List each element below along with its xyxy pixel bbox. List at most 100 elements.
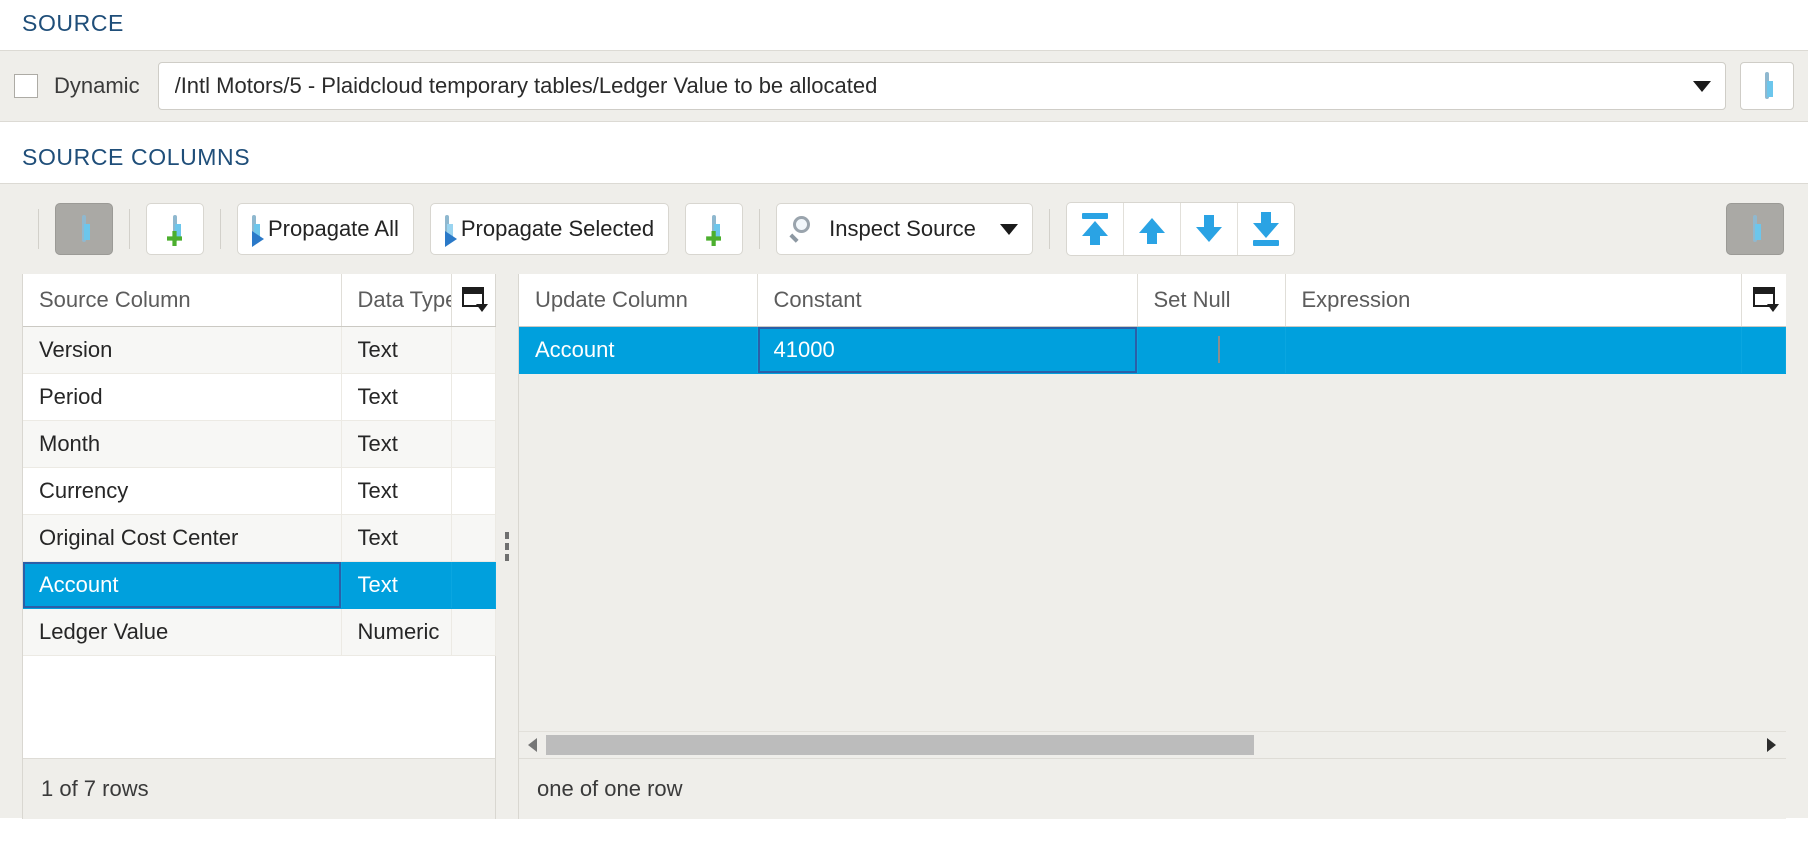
add-source-column-button[interactable] [146, 203, 204, 255]
inspect-source-label: Inspect Source [829, 216, 976, 241]
dynamic-label: Dynamic [54, 73, 140, 98]
column-chooser-button[interactable] [1741, 274, 1786, 327]
cell-pad [451, 561, 496, 609]
table-icon [82, 215, 86, 242]
header-update-column[interactable]: Update Column [519, 274, 758, 327]
update-columns-status: one of one row [519, 758, 1786, 819]
source-panel: Dynamic /Intl Motors/5 - Plaidcloud temp… [0, 50, 1808, 122]
source-columns-section-heading: SOURCE COLUMNS [22, 144, 251, 170]
cell-pad [451, 608, 496, 656]
chevron-right-icon[interactable] [1767, 738, 1776, 752]
cell-update-column[interactable]: Account [519, 326, 758, 374]
propagate-selected-button[interactable]: Propagate Selected [429, 203, 670, 255]
update-columns-grid: Update Column Constant Set Null Expressi… [518, 274, 1786, 819]
update-columns-empty-area [519, 374, 1786, 731]
header-constant[interactable]: Constant [757, 274, 1138, 327]
cell-source-column[interactable]: Month [23, 420, 342, 468]
table-row[interactable]: Currency Text [23, 467, 496, 515]
table-header-row: Source Column Data Type [23, 274, 495, 327]
table-header-row: Update Column Constant Set Null Expressi… [519, 274, 1786, 327]
source-browse-button[interactable] [1740, 62, 1794, 110]
header-source-column[interactable]: Source Column [23, 274, 342, 327]
table-row[interactable]: Period Text [23, 373, 496, 421]
cell-pad [451, 326, 496, 374]
arrow-down-icon [1194, 212, 1224, 246]
cell-data-type[interactable]: Text [341, 561, 452, 609]
arrow-to-top-icon [1080, 212, 1110, 246]
cell-data-type[interactable]: Text [341, 467, 452, 515]
cell-data-type[interactable]: Text [341, 420, 452, 468]
table-row-selected[interactable]: Account Text [23, 561, 496, 609]
table-icon [1765, 72, 1769, 99]
header-expression[interactable]: Expression [1285, 274, 1742, 327]
horizontal-scrollbar[interactable] [519, 731, 1786, 758]
source-columns-body: Version Text Period Text Month Text Curr… [23, 326, 496, 656]
cell-source-column[interactable]: Currency [23, 467, 342, 515]
toolbar-separator [1048, 209, 1050, 249]
add-update-row-button[interactable] [685, 203, 744, 255]
cell-set-null[interactable] [1137, 326, 1286, 374]
table-add-icon [706, 215, 722, 246]
propagate-all-label: Propagate All [268, 216, 399, 241]
table-add-icon [167, 215, 182, 246]
toggle-grid-view-button[interactable] [1726, 203, 1784, 255]
chevron-down-icon[interactable] [1693, 80, 1711, 92]
move-to-top-button[interactable] [1067, 203, 1124, 255]
cell-data-type[interactable]: Text [341, 326, 452, 374]
header-data-type[interactable]: Data Type [341, 274, 452, 327]
source-columns-status: 1 of 7 rows [23, 758, 495, 819]
scrollbar-thumb[interactable] [546, 735, 1255, 755]
cell-data-type[interactable]: Text [341, 373, 452, 421]
table-row[interactable]: Original Cost Center Text [23, 514, 496, 562]
source-columns-grid: Source Column Data Type Version Text Per… [22, 274, 496, 819]
header-set-null[interactable]: Set Null [1137, 274, 1286, 327]
cell-pad [451, 467, 496, 515]
table-row[interactable]: Ledger Value Numeric [23, 608, 496, 656]
column-chooser-button[interactable] [451, 274, 495, 327]
cell-data-type[interactable]: Numeric [341, 608, 452, 656]
scrollbar-track[interactable] [546, 735, 1767, 755]
table-arrow-icon [252, 215, 264, 247]
grids-container: Source Column Data Type Version Text Per… [0, 274, 1808, 819]
source-table-select[interactable]: /Intl Motors/5 - Plaidcloud temporary ta… [157, 62, 1726, 110]
cell-source-column[interactable]: Original Cost Center [23, 514, 342, 562]
source-columns-table: Source Column Data Type Version Text Per… [23, 274, 496, 656]
propagate-all-button[interactable]: Propagate All [237, 203, 414, 255]
set-null-checkbox[interactable] [1218, 336, 1220, 363]
cell-source-column[interactable]: Ledger Value [23, 608, 342, 656]
cell-source-column[interactable]: Period [23, 373, 342, 421]
table-row-selected[interactable]: Account 41000 [519, 326, 1786, 374]
show-table-button[interactable] [55, 203, 113, 255]
cell-pad [451, 373, 496, 421]
cell-pad [451, 420, 496, 468]
propagate-selected-label: Propagate Selected [460, 216, 655, 241]
cell-source-column[interactable]: Version [23, 326, 342, 374]
cell-pad [1741, 326, 1786, 374]
inspect-source-button[interactable]: Inspect Source [776, 203, 1033, 255]
grid-splitter[interactable] [496, 274, 518, 819]
move-buttons-group [1065, 202, 1295, 256]
move-up-button[interactable] [1124, 203, 1181, 255]
table-rows-arrow-icon [444, 215, 457, 247]
cell-data-type[interactable]: Text [341, 514, 452, 562]
table-row[interactable]: Month Text [23, 420, 496, 468]
update-columns-body: Account 41000 [519, 326, 1786, 374]
arrow-up-icon [1137, 212, 1167, 246]
cell-constant[interactable]: 41000 [757, 326, 1138, 374]
move-down-button[interactable] [1181, 203, 1238, 255]
column-chooser-icon [1752, 287, 1779, 312]
cell-pad [451, 514, 496, 562]
source-table-value: /Intl Motors/5 - Plaidcloud temporary ta… [174, 73, 878, 98]
chevron-left-icon[interactable] [528, 738, 537, 752]
cell-source-column[interactable]: Account [23, 561, 342, 609]
magnifier-icon [791, 216, 817, 242]
update-columns-table: Update Column Constant Set Null Expressi… [519, 274, 1786, 374]
move-to-bottom-button[interactable] [1238, 203, 1294, 255]
arrow-to-bottom-icon [1251, 212, 1281, 246]
dynamic-checkbox[interactable] [14, 74, 38, 98]
cell-expression[interactable] [1285, 326, 1742, 374]
chevron-down-icon[interactable] [999, 223, 1018, 235]
splitter-handle-icon [505, 532, 509, 561]
toolbar-separator [129, 209, 130, 249]
table-row[interactable]: Version Text [23, 326, 496, 374]
